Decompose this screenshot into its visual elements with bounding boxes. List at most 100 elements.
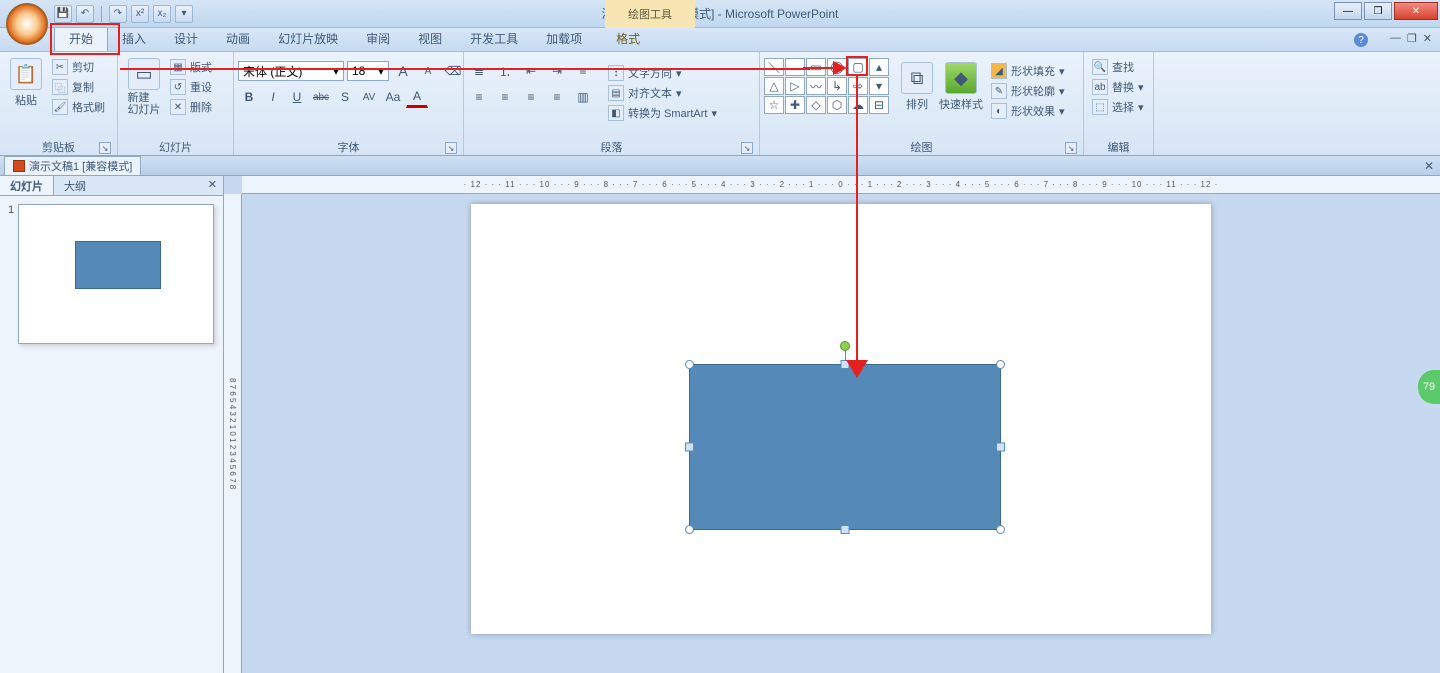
resize-handle-nw[interactable] [685,360,694,369]
change-case-button[interactable]: Aa [382,86,404,108]
resize-handle-s[interactable] [841,525,850,534]
vertical-ruler[interactable]: 8 7 6 5 4 3 2 1 0 1 2 3 4 5 6 7 8 [224,194,242,673]
strike-button[interactable]: abc [310,86,332,108]
paragraph-launcher[interactable]: ↘ [741,142,753,154]
clipboard-launcher[interactable]: ↘ [99,142,111,154]
layout-button[interactable]: ▦版式 [166,58,216,76]
qat-redo-icon[interactable]: ↷ [109,5,127,23]
side-badge[interactable]: 79 [1418,370,1440,404]
justify-button[interactable]: ≡ [546,86,568,108]
resize-handle-se[interactable] [996,525,1005,534]
format-painter-button[interactable]: 🖌格式刷 [48,98,109,116]
qat-save-icon[interactable]: 💾 [54,5,72,23]
mdi-restore-button[interactable]: ❐ [1407,32,1417,45]
shape-triangle-icon[interactable]: △ [764,77,784,95]
window-maximize-button[interactable]: ❐ [1364,2,1392,20]
shape-outline-button[interactable]: ✎形状轮廓 ▾ [987,82,1069,100]
shape-oval-icon[interactable]: ◯ [827,58,847,76]
underline-button[interactable]: U [286,86,308,108]
resize-handle-ne[interactable] [996,360,1005,369]
convert-smartart-button[interactable]: ◧转换为 SmartArt ▾ [604,104,721,122]
grow-font-button[interactable]: A [392,60,414,82]
tab-addins[interactable]: 加载项 [532,26,596,51]
qat-undo-icon[interactable]: ↶ [76,5,94,23]
shape-connector-icon[interactable]: ↳ [827,77,847,95]
office-button[interactable] [6,3,48,45]
tab-design[interactable]: 设计 [160,26,212,51]
shapes-gallery[interactable]: ＼ → ▭ ◯ ▢ ▴ △ ▷ 〰 ↳ ⇨ ▾ ☆ ✚ ◇ ⬡ ☁ ⊟ [764,58,889,114]
font-launcher[interactable]: ↘ [445,142,457,154]
shape-plus-icon[interactable]: ✚ [785,96,805,114]
window-minimize-button[interactable]: — [1334,2,1362,20]
shape-hex-icon[interactable]: ⬡ [827,96,847,114]
slide-canvas-wrap[interactable] [242,194,1440,673]
italic-button[interactable]: I [262,86,284,108]
tab-view[interactable]: 视图 [404,26,456,51]
tab-developer[interactable]: 开发工具 [456,26,532,51]
tab-insert[interactable]: 插入 [108,26,160,51]
gallery-up-icon[interactable]: ▴ [869,58,889,76]
bold-button[interactable]: B [238,86,260,108]
cut-button[interactable]: ✂剪切 [48,58,109,76]
shape-curve-icon[interactable]: 〰 [806,77,826,95]
shape-callout-icon[interactable]: ◇ [806,96,826,114]
outline-tab[interactable]: 大纲 [54,176,96,195]
shrink-font-button[interactable]: A [417,60,439,82]
shape-cloud-icon[interactable]: ☁ [848,96,868,114]
arrange-button[interactable]: ⧉ 排列 [895,58,939,112]
tab-format[interactable]: 格式 [602,26,654,51]
text-direction-button[interactable]: ↕文字方向 ▾ [604,64,721,82]
shape-rectangle-icon[interactable]: ▭ [806,58,826,76]
replace-button[interactable]: ab替换 ▾ [1088,78,1148,96]
gallery-down-icon[interactable]: ▾ [869,77,889,95]
slide-canvas[interactable] [471,204,1211,634]
new-slide-button[interactable]: ▭ 新建 幻灯片 [122,54,166,116]
font-family-combo[interactable]: 宋体 (正文)▾ [238,61,344,81]
shape-arrow2-icon[interactable]: ⇨ [848,77,868,95]
resize-handle-sw[interactable] [685,525,694,534]
align-right-button[interactable]: ≡ [520,86,542,108]
window-close-button[interactable]: ✕ [1394,2,1438,20]
bullets-button[interactable]: ≣ [468,60,490,82]
qat-customize-icon[interactable]: ▾ [175,5,193,23]
drawing-launcher[interactable]: ↘ [1065,142,1077,154]
numbering-button[interactable]: ⒈ [494,60,516,82]
align-text-button[interactable]: ▤对齐文本 ▾ [604,84,721,102]
tab-slideshow[interactable]: 幻灯片放映 [264,26,352,51]
shape-effects-button[interactable]: ◐形状效果 ▾ [987,102,1069,120]
shape-line-icon[interactable]: ＼ [764,58,784,76]
rectangle-shape[interactable] [689,364,1001,530]
slide-thumbnail-1[interactable]: 1 [8,204,215,344]
mdi-close-button[interactable]: ✕ [1423,32,1432,45]
shape-rounded-icon[interactable]: ▢ [848,58,868,76]
resize-handle-e[interactable] [996,443,1005,452]
find-button[interactable]: 🔍查找 [1088,58,1148,76]
delete-slide-button[interactable]: ✕删除 [166,98,216,116]
gallery-more-icon[interactable]: ⊟ [869,96,889,114]
rotation-handle[interactable] [840,341,850,351]
help-icon[interactable]: ? [1354,33,1368,47]
decrease-indent-button[interactable]: ⇤ [520,60,542,82]
tab-review[interactable]: 审阅 [352,26,404,51]
reset-button[interactable]: ↺重设 [166,78,216,96]
font-size-combo[interactable]: 18▾ [347,61,389,81]
tab-home[interactable]: 开始 [54,25,108,51]
document-tab-close-button[interactable]: ✕ [1424,159,1434,173]
qat-superscript-icon[interactable]: x² [131,5,149,23]
copy-button[interactable]: ⿻复制 [48,78,109,96]
shadow-button[interactable]: S [334,86,356,108]
mdi-minimize-button[interactable]: — [1390,32,1401,45]
qat-subscript-icon[interactable]: x₂ [153,5,171,23]
increase-indent-button[interactable]: ⇥ [546,60,568,82]
resize-handle-w[interactable] [685,443,694,452]
align-center-button[interactable]: ≡ [494,86,516,108]
resize-handle-n[interactable] [841,360,850,369]
char-spacing-button[interactable]: AV [358,86,380,108]
line-spacing-button[interactable]: ≡ [572,60,594,82]
font-color-button[interactable]: A [406,86,428,108]
columns-button[interactable]: ▥ [572,86,594,108]
clear-format-button[interactable]: ⌫ [442,60,464,82]
select-button[interactable]: ⬚选择 ▾ [1088,98,1148,116]
quick-styles-button[interactable]: ◆ 快速样式 [939,58,983,112]
paste-button[interactable]: 📋 粘贴 [4,54,48,108]
